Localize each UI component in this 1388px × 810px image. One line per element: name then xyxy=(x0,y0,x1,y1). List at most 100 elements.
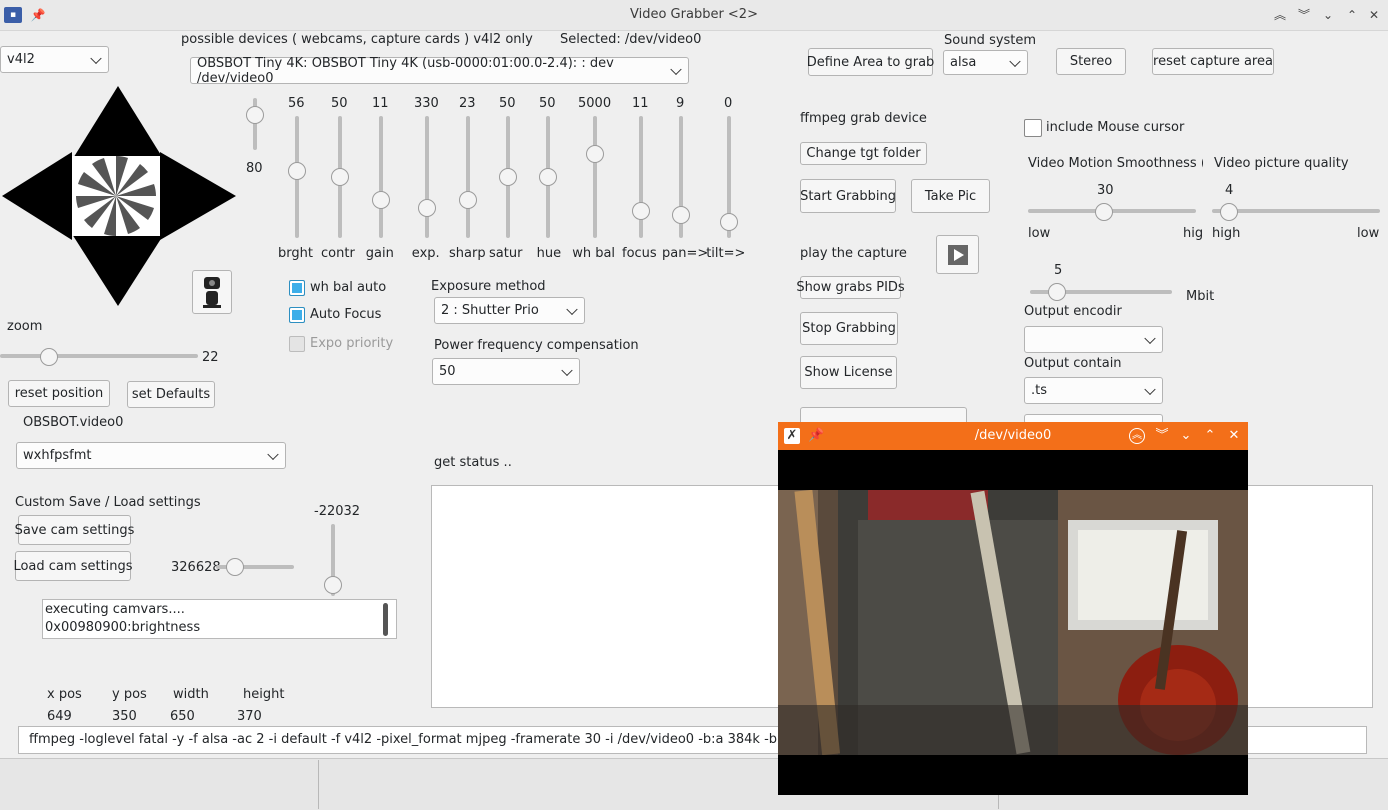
slider-knob-7[interactable] xyxy=(586,145,604,164)
slider-knob-0[interactable] xyxy=(288,161,306,180)
reset-capture-area-button[interactable]: reset capture area xyxy=(1152,48,1274,75)
auto-focus-checkbox[interactable] xyxy=(289,307,305,323)
camera-button[interactable] xyxy=(192,270,232,314)
arrow-down-icon xyxy=(72,234,164,306)
log-line: executing camvars.... xyxy=(45,602,185,617)
keep-above-icon[interactable]: ︽ xyxy=(1272,7,1288,23)
tilt-slider-knob[interactable] xyxy=(324,576,342,594)
window-title: Video Grabber <2> xyxy=(630,7,758,22)
pos-header-x: x pos xyxy=(47,687,82,702)
format-select[interactable]: wxhfpsfmt xyxy=(16,442,286,469)
slider-value-8: 11 xyxy=(632,96,649,111)
slider-knob-4[interactable] xyxy=(459,190,477,209)
output-encoder-label: Output encodir xyxy=(1024,304,1122,319)
slider-name-10: tilt=> xyxy=(706,246,746,261)
slider-knob-6[interactable] xyxy=(539,168,557,186)
tilt-value: -22032 xyxy=(314,504,361,519)
output-container-select[interactable]: .ts xyxy=(1024,377,1163,404)
close-icon[interactable]: ✕ xyxy=(1366,7,1382,23)
arrow-right-icon xyxy=(160,152,236,240)
slider-name-6: hue xyxy=(536,246,562,261)
slider-name-2: gain xyxy=(365,246,394,261)
maximize-icon[interactable]: ⌃ xyxy=(1344,7,1360,23)
video-preview xyxy=(778,450,1248,795)
log-scrollbar[interactable] xyxy=(383,603,388,636)
zoom-slider-knob[interactable] xyxy=(39,348,58,366)
set-defaults-button[interactable]: set Defaults xyxy=(127,381,215,408)
slider-track-2[interactable] xyxy=(379,116,383,238)
slider-knob-5[interactable] xyxy=(499,168,517,186)
selected-device: Selected: /dev/video0 xyxy=(560,32,702,47)
mouse-cursor-checkbox[interactable] xyxy=(1024,119,1042,137)
slider-track-3[interactable] xyxy=(425,116,429,238)
smoothness-low: low xyxy=(1028,226,1051,241)
play-button[interactable] xyxy=(936,235,979,274)
wh-bal-auto-checkbox[interactable] xyxy=(289,280,305,296)
slider-knob-3[interactable] xyxy=(418,199,436,218)
show-pids-button[interactable]: Show grabs PIDs xyxy=(796,276,905,299)
pos-value-x: 649 xyxy=(47,709,72,724)
show-license-button[interactable]: Show License xyxy=(800,356,897,389)
quality-low: low xyxy=(1357,226,1380,241)
ffmpeg-grab-device-label: ffmpeg grab device xyxy=(800,111,927,126)
exposure-method-select[interactable]: 2 : Shutter Prio xyxy=(434,297,585,324)
slider-value-6: 50 xyxy=(539,96,556,111)
zoom-slider-track[interactable] xyxy=(0,354,198,358)
slider-track-7[interactable] xyxy=(593,116,597,238)
video-frame-image xyxy=(778,490,1248,755)
smoothness-value: 30 xyxy=(1097,183,1114,198)
slider-value-0: 56 xyxy=(288,96,305,111)
slider-knob-2[interactable] xyxy=(372,190,390,209)
slider-knob-1[interactable] xyxy=(331,168,349,186)
pos-value-height: 370 xyxy=(237,709,262,724)
smoothness-slider-knob[interactable] xyxy=(1095,203,1113,221)
load-cam-settings-button[interactable]: Load cam settings xyxy=(13,551,133,581)
quality-slider-knob[interactable] xyxy=(1220,203,1238,221)
camera-icon xyxy=(203,277,221,308)
device-select[interactable]: OBSBOT Tiny 4K: OBSBOT Tiny 4K (usb-0000… xyxy=(190,56,689,86)
power-frequency-label: Power frequency compensation xyxy=(434,338,639,353)
auto-focus-label: Auto Focus xyxy=(310,307,382,322)
close-icon[interactable]: ✕ xyxy=(1226,428,1242,444)
backend-select-value: v4l2 xyxy=(7,52,35,67)
minimize-icon[interactable]: ⌄ xyxy=(1320,7,1336,23)
slider-knob-8[interactable] xyxy=(632,202,650,221)
keep-below-icon[interactable]: ︾ xyxy=(1154,428,1170,444)
top-slider-value: 80 xyxy=(246,161,263,176)
power-frequency-select[interactable]: 50 xyxy=(432,358,580,385)
stereo-button[interactable]: Stereo xyxy=(1056,48,1126,75)
play-icon xyxy=(947,244,968,265)
slider-name-4: sharp xyxy=(449,246,486,261)
reset-position-button[interactable]: reset position xyxy=(8,380,110,407)
bitrate-value: 5 xyxy=(1054,263,1063,278)
backend-select[interactable]: v4l2 xyxy=(0,46,109,73)
output-encoder-select[interactable] xyxy=(1024,326,1163,353)
sound-system-value: alsa xyxy=(950,55,977,70)
keep-below-icon[interactable]: ︾ xyxy=(1296,7,1312,23)
slider-track-4[interactable] xyxy=(466,116,470,238)
stop-grabbing-button[interactable]: Stop Grabbing xyxy=(800,312,898,345)
slider-knob-10[interactable] xyxy=(720,212,738,231)
sound-system-select[interactable]: alsa xyxy=(943,50,1028,75)
maximize-icon[interactable]: ⌃ xyxy=(1202,428,1218,444)
change-target-folder-button[interactable]: Change tgt folder xyxy=(800,142,927,165)
top-slider-knob[interactable] xyxy=(246,106,264,124)
hidden-button[interactable] xyxy=(800,407,967,423)
log-box[interactable]: executing camvars.... 0x00980900:brightn… xyxy=(42,599,397,639)
minimize-icon[interactable]: ⌄ xyxy=(1178,428,1194,444)
slider-name-1: contr xyxy=(321,246,355,261)
define-area-button[interactable]: Define Area to grab xyxy=(807,48,934,76)
start-grabbing-button[interactable]: Start Grabbing xyxy=(800,179,896,213)
pos-value-width: 650 xyxy=(170,709,195,724)
keep-above-icon[interactable]: ︽ xyxy=(1129,428,1145,444)
pos-header-y: y pos xyxy=(112,687,147,702)
wh-bal-auto-label: wh bal auto xyxy=(310,280,387,295)
slider-value-1: 50 xyxy=(331,96,348,111)
save-cam-settings-button[interactable]: Save cam settings xyxy=(15,515,134,545)
slider-knob-9[interactable] xyxy=(672,206,690,225)
smoothness-high: hig xyxy=(1183,226,1204,241)
take-pic-button[interactable]: Take Pic xyxy=(911,179,990,213)
pan-slider-knob[interactable] xyxy=(226,558,244,576)
expo-priority-checkbox[interactable] xyxy=(289,336,305,352)
bitrate-slider-knob[interactable] xyxy=(1048,283,1066,301)
